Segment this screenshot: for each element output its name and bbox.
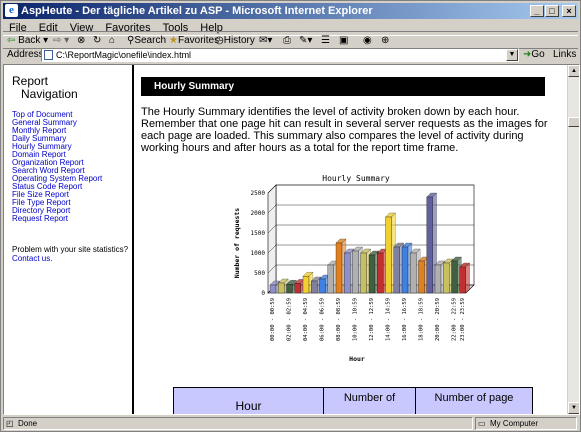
bar (278, 282, 285, 294)
chart-title: Hourly Summary (322, 174, 390, 183)
bar (368, 254, 376, 294)
scroll-down-button[interactable]: ▼ (568, 402, 579, 414)
bar (385, 216, 392, 294)
x-tick-label: 08:00 - 08:59 (336, 298, 342, 341)
bar (410, 252, 417, 294)
address-value: C:\ReportMagic\onefile\index.html (56, 50, 192, 60)
page-done-icon: ◰ (6, 419, 14, 428)
bar (344, 252, 351, 294)
x-axis-label: Hour (349, 355, 365, 363)
bar (434, 264, 442, 294)
contact-link[interactable]: Contact us. (12, 254, 52, 263)
address-dropdown-button[interactable]: ▼ (506, 49, 518, 61)
nav-note: Problem with your site statistics? Conta… (12, 245, 129, 263)
close-button[interactable]: × (562, 5, 576, 17)
bar (443, 262, 450, 294)
history-icon: ◷ (215, 35, 224, 46)
ie-icon: e (5, 4, 18, 17)
bar (311, 280, 318, 294)
browser-window: e AspHeute - Der tägliche Artikel zu ASP… (0, 0, 581, 432)
report-navigation: Report Navigation Top of Document General… (4, 65, 134, 414)
section-heading: Hourly Summary (141, 77, 545, 96)
x-tick-label: 02:00 - 02:59 (287, 298, 293, 341)
computer-icon: ▭ (478, 419, 486, 428)
scroll-up-button[interactable]: ▲ (568, 65, 579, 77)
bar (352, 250, 359, 294)
address-bar: Address C:\ReportMagic\onefile\index.htm… (3, 47, 578, 64)
links-button[interactable]: Links (553, 49, 576, 60)
window-title: AspHeute - Der tägliche Artikel zu ASP -… (21, 5, 373, 17)
security-zone: ▭ My Computer (475, 417, 577, 430)
maximize-button[interactable]: □ (545, 5, 559, 17)
x-tick-label: 18:00 - 18:59 (419, 298, 425, 341)
bar (459, 266, 466, 294)
bar-side (465, 262, 470, 294)
bar (418, 260, 425, 294)
bar (294, 283, 301, 294)
table-header-pages: Number of page (415, 387, 533, 414)
address-label: Address (7, 49, 44, 60)
status-text: ◰ Done (3, 417, 473, 430)
x-tick-label: 14:00 - 14:59 (386, 298, 392, 341)
y-axis-label: Number of requests (233, 208, 241, 279)
minimize-button[interactable]: _ (530, 5, 544, 17)
favorites-icon: ★ (169, 35, 178, 46)
x-tick-label: 22:00 - 22:59 (452, 298, 458, 341)
y-tick-label: 2000 (251, 210, 266, 217)
bar (335, 242, 343, 294)
y-tick-label: 500 (254, 270, 265, 277)
main-content: Hourly Summary The Hourly Summary identi… (138, 65, 568, 414)
table-header-row: Hour Number of Number of page (173, 387, 533, 414)
y-tick-label: 1500 (251, 230, 266, 237)
bar (302, 276, 310, 294)
nav-title: Report Navigation (12, 74, 78, 101)
bar (393, 246, 400, 294)
chart-side-wall (267, 184, 277, 294)
x-tick-label: 04:00 - 04:59 (303, 298, 309, 341)
title-bar: e AspHeute - Der tägliche Artikel zu ASP… (3, 3, 578, 19)
x-tick-label: 16:00 - 16:59 (402, 298, 408, 341)
bar (319, 278, 326, 294)
vertical-scrollbar[interactable]: ▲ ▼ (567, 65, 579, 414)
table-header-hour: Hour (173, 387, 324, 414)
page-icon (44, 50, 53, 60)
hourly-summary-chart: Hourly Summary 0 500 1000 1500 2000 2500 00:00 … (233, 174, 475, 363)
x-tick-label: 10:00 - 10:59 (353, 298, 359, 341)
table-header-requests: Number of (323, 387, 416, 414)
nav-link-request-report[interactable]: Request Report (12, 215, 102, 223)
y-tick-label: 1000 (251, 250, 266, 257)
bar (451, 260, 458, 294)
bar (426, 196, 433, 294)
x-tick-label: 06:00 - 06:59 (320, 298, 326, 341)
status-bar: ◰ Done ▭ My Computer (3, 416, 578, 431)
page-content: Report Navigation Top of Document General… (3, 64, 580, 415)
bar (401, 246, 409, 294)
x-tick-label: 12:00 - 12:59 (369, 298, 375, 341)
go-button[interactable]: ➜Go (523, 49, 545, 60)
intro-text: The Hourly Summary identifies the level … (141, 106, 548, 154)
bar (327, 264, 334, 294)
back-arrow-icon: ⇦ (7, 35, 16, 46)
x-tick-label: 00:00 - 00:59 (270, 298, 276, 341)
scroll-thumb[interactable] (568, 117, 579, 127)
x-tick-label: 23:00 - 23:59 (460, 298, 466, 341)
hourly-table: Hour Number of Number of page (173, 387, 533, 414)
x-tick-label: 20:00 - 20:59 (435, 298, 441, 341)
nav-list: Top of Document General Summary Monthly Re… (12, 111, 102, 223)
y-tick-label: 0 (261, 290, 265, 297)
bar (377, 252, 384, 294)
address-input[interactable]: C:\ReportMagic\onefile\index.html ▼ (41, 48, 519, 62)
y-tick-label: 2500 (251, 190, 266, 197)
bar (286, 284, 293, 294)
bar (360, 252, 367, 294)
bar (269, 284, 277, 294)
